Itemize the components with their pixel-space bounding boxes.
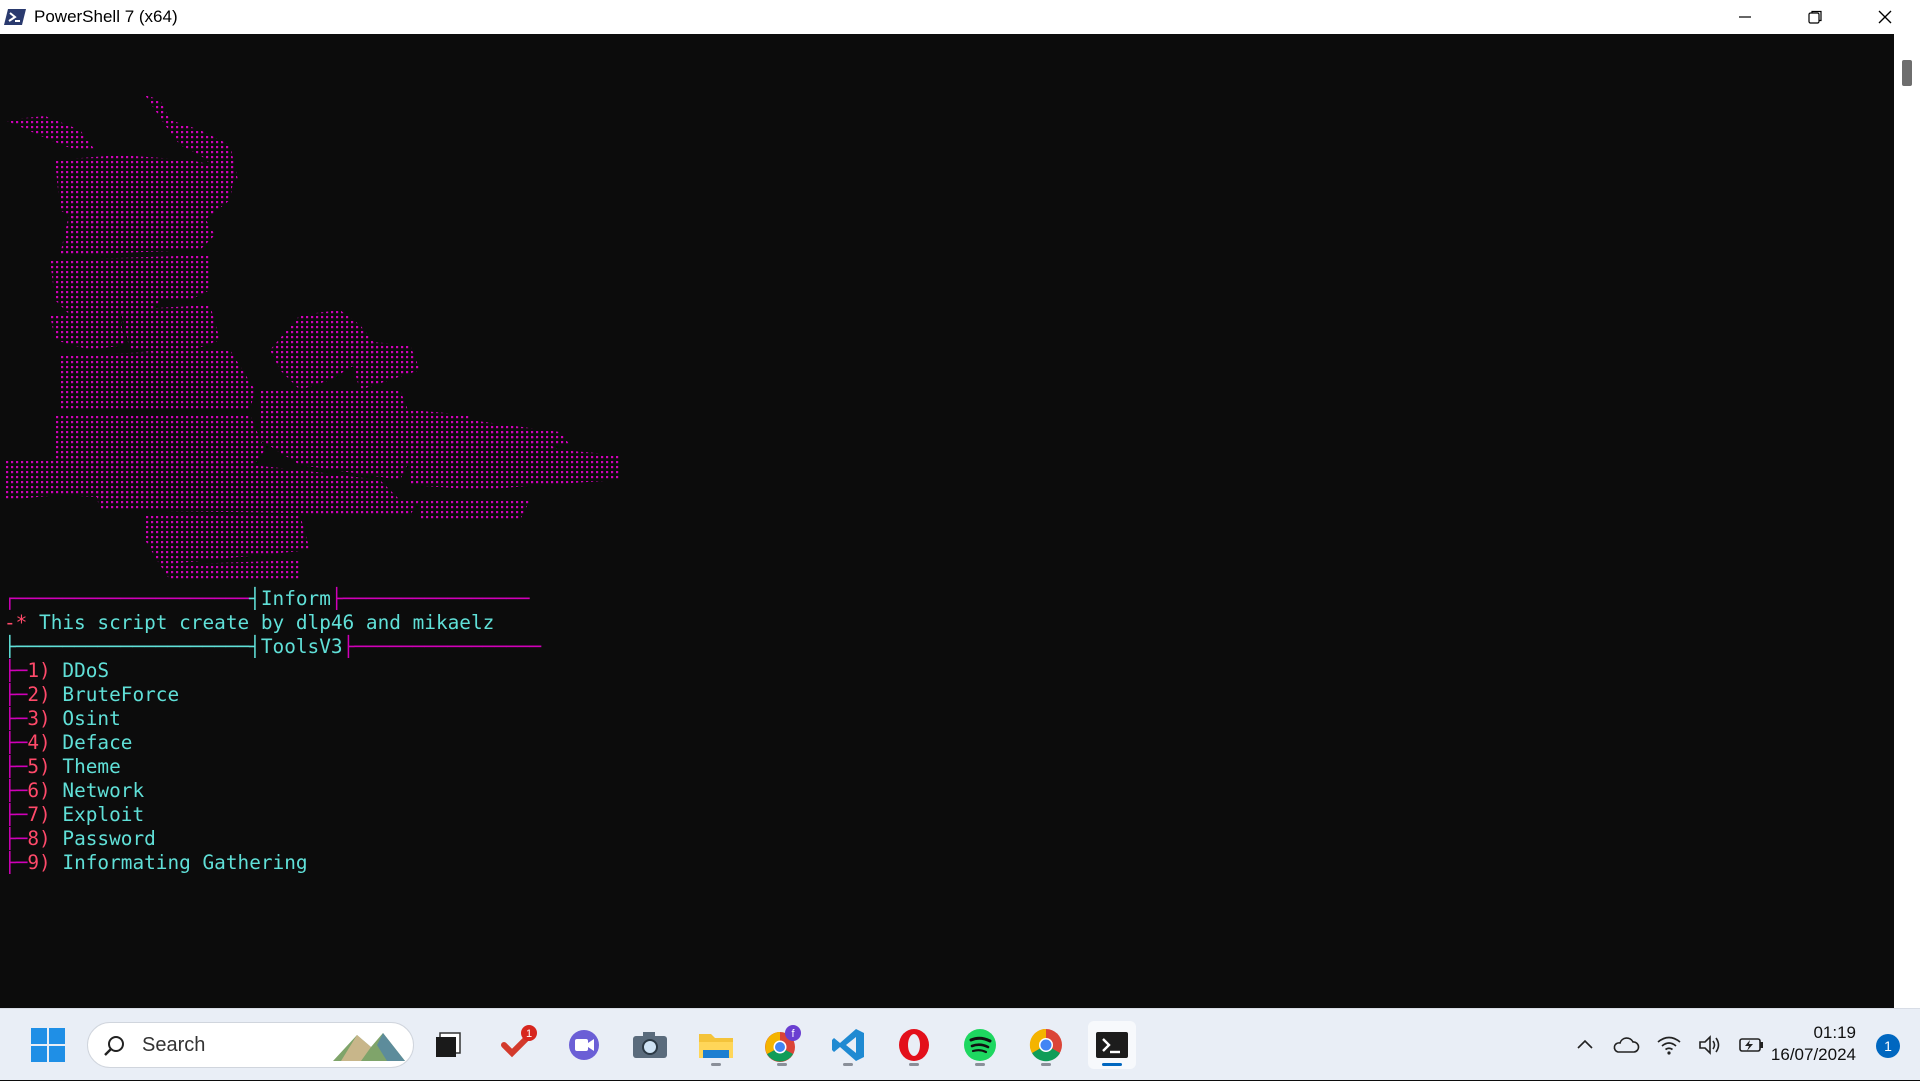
menu-item[interactable]: ├─3) Osint: [4, 707, 121, 731]
menu-item[interactable]: ├─5) Theme: [4, 755, 121, 779]
menu-number: 1): [27, 659, 51, 682]
camera-icon: [633, 1032, 667, 1058]
todo-app[interactable]: 1: [494, 1021, 542, 1069]
inform-header: Inform: [260, 587, 331, 610]
chrome-app[interactable]: [1022, 1021, 1070, 1069]
chrome-profile-app[interactable]: f: [758, 1021, 806, 1069]
menu-label: Password: [62, 827, 156, 850]
camera-app[interactable]: [626, 1021, 674, 1069]
running-indicator: [1041, 1063, 1051, 1066]
teams-app[interactable]: [560, 1021, 608, 1069]
inform-header-line: ┌────────────────────┤Inform├───────────…: [4, 587, 530, 610]
menu-label: DDoS: [62, 659, 110, 682]
terminal-icon: [1096, 1032, 1128, 1058]
menu-item[interactable]: ├─7) Exploit: [4, 803, 144, 827]
chevron-up-icon[interactable]: [1574, 1034, 1596, 1056]
close-button[interactable]: [1850, 0, 1920, 34]
teams-icon: [569, 1030, 599, 1060]
start-button[interactable]: [24, 1021, 72, 1069]
menu-number: 6): [27, 779, 51, 802]
opera-icon: [899, 1029, 929, 1061]
menu-item[interactable]: ├─2) BruteForce: [4, 683, 179, 707]
menu-item[interactable]: ├─9) Informating Gathering: [4, 851, 308, 875]
menu-label: Theme: [62, 755, 121, 778]
vscode-icon: [832, 1029, 864, 1061]
window-title: PowerShell 7 (x64): [34, 7, 178, 26]
menu-number: 8): [27, 827, 51, 850]
file-explorer-app[interactable]: [692, 1021, 740, 1069]
chrome-profile-icon: f: [765, 1025, 801, 1062]
menu-label: Exploit: [62, 803, 145, 826]
restore-icon: [1808, 10, 1822, 24]
restore-button[interactable]: [1780, 0, 1850, 34]
menu-item[interactable]: ├─6) Network: [4, 779, 144, 803]
spotify-app[interactable]: [956, 1021, 1004, 1069]
minimize-icon: [1739, 16, 1751, 18]
todo-icon: 1: [501, 1025, 537, 1058]
windows-start-icon: [31, 1028, 65, 1062]
menu-number: 9): [27, 851, 51, 874]
menu-number: 7): [27, 803, 51, 826]
menu-number: 4): [27, 731, 51, 754]
clock-date: 16/07/2024: [1770, 1045, 1856, 1064]
system-clock[interactable]: 01:19 16/07/2024: [1771, 1022, 1856, 1066]
ascii-art-viking: [5, 95, 620, 580]
menu-label: Osint: [62, 707, 121, 730]
search-placeholder: Search: [142, 1034, 206, 1056]
task-view-icon: [436, 1032, 461, 1057]
menu-label: Network: [62, 779, 145, 802]
running-indicator: [777, 1063, 787, 1066]
terminal-app[interactable]: [1088, 1021, 1136, 1069]
credit-line: -* This script create by dlp46 and mikae…: [4, 611, 494, 635]
powershell-icon: [4, 9, 26, 25]
search-box[interactable]: Search: [87, 1022, 414, 1068]
credit-text: This script create by dlp46 and mikaelz: [39, 611, 495, 634]
menu-number: 2): [27, 683, 51, 706]
menu-label: Informating Gathering: [62, 851, 308, 874]
menu-number: 3): [27, 707, 51, 730]
taskbar: Search 1 f 01:19 16/07/2024 1: [0, 1008, 1920, 1080]
tools-header: ToolsV3: [260, 635, 343, 658]
title-bar: PowerShell 7 (x64): [0, 0, 1920, 34]
terminal-output[interactable]: ┌────────────────────┤Inform├───────────…: [0, 34, 1894, 1008]
search-icon: [104, 1036, 124, 1056]
menu-label: BruteForce: [62, 683, 180, 706]
tools-header-line: ├────────────────────┤ToolsV3├──────────…: [4, 635, 542, 658]
spotify-icon: [964, 1029, 996, 1061]
running-indicator: [909, 1063, 919, 1066]
running-indicator: [843, 1063, 853, 1066]
volume-icon[interactable]: [1698, 1034, 1722, 1056]
credit-prefix: -*: [4, 611, 40, 634]
running-indicator: [1102, 1063, 1122, 1066]
opera-app[interactable]: [890, 1021, 938, 1069]
running-indicator: [975, 1063, 985, 1066]
onedrive-icon[interactable]: [1612, 1034, 1640, 1056]
menu-item[interactable]: ├─8) Password: [4, 827, 156, 851]
clock-time: 01:19: [1813, 1023, 1856, 1042]
menu-label: Deface: [62, 731, 133, 754]
menu-item[interactable]: ├─4) Deface: [4, 731, 132, 755]
wifi-icon[interactable]: [1656, 1034, 1682, 1056]
vscode-app[interactable]: [824, 1021, 872, 1069]
battery-charging-icon[interactable]: [1738, 1034, 1766, 1056]
search-highlight-icon: [333, 1033, 405, 1061]
notification-badge[interactable]: 1: [1876, 1034, 1900, 1058]
task-view-button[interactable]: [424, 1021, 472, 1069]
minimize-button[interactable]: [1710, 0, 1780, 34]
file-explorer-icon: [699, 1034, 733, 1058]
scrollbar-thumb[interactable]: [1902, 60, 1912, 86]
menu-item[interactable]: ├─1) DDoS: [4, 659, 109, 683]
menu-number: 5): [27, 755, 51, 778]
running-indicator: [711, 1063, 721, 1066]
chrome-icon: [1029, 1028, 1062, 1062]
svg-text:1: 1: [526, 1028, 532, 1040]
close-icon: [1878, 10, 1892, 24]
vertical-scrollbar[interactable]: [1894, 34, 1920, 1008]
